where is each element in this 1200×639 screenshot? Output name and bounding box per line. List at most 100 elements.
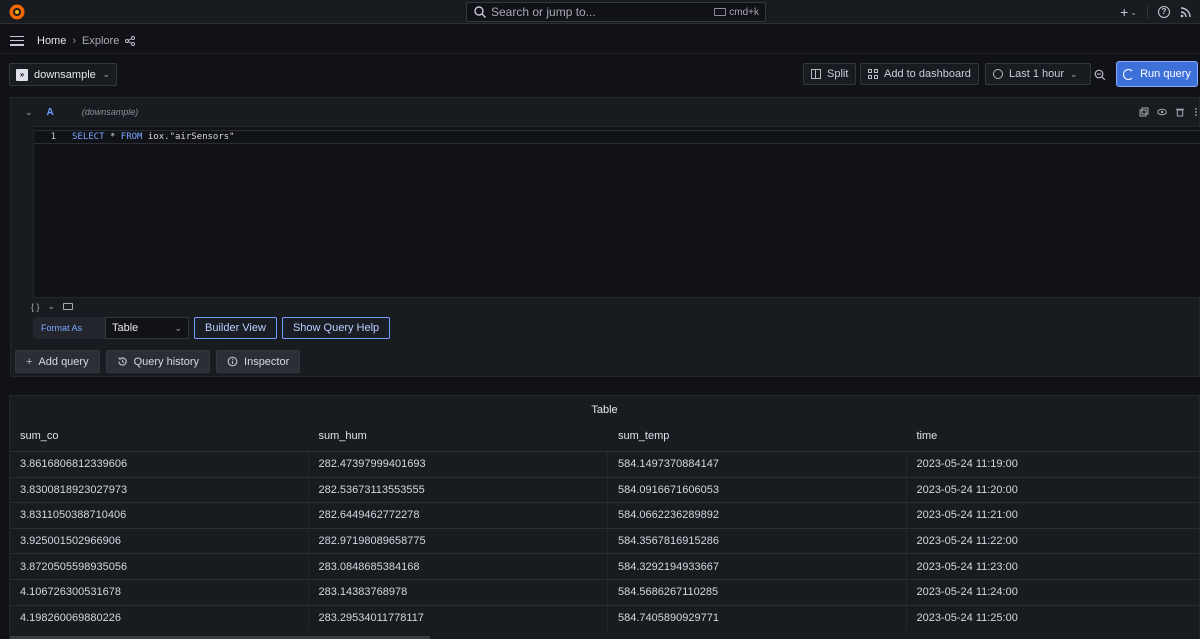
- cell-sum-co: 3.8720505598935056: [10, 554, 309, 579]
- datasource-label: downsample: [34, 68, 96, 81]
- inspector-button[interactable]: Inspector: [216, 350, 301, 373]
- table-row: 3.8311050388710406 282.6449462772278 584…: [10, 502, 1199, 528]
- help-icon[interactable]: ?: [1158, 6, 1170, 18]
- cell-sum-hum: 283.0848685384168: [309, 554, 608, 579]
- cell-sum-co: 3.8616806812339606: [10, 452, 309, 477]
- collapse-chevron-icon[interactable]: ⌄: [25, 107, 33, 118]
- cell-sum-temp: 584.0916671606053: [608, 477, 907, 503]
- query-history-button[interactable]: Query history: [105, 350, 211, 373]
- share-icon[interactable]: [125, 35, 136, 46]
- breadcrumb-home[interactable]: Home: [37, 35, 66, 47]
- rss-news-icon[interactable]: [1180, 6, 1192, 18]
- menu-icon[interactable]: [10, 35, 24, 46]
- breadcrumb-separator: ›: [72, 34, 77, 47]
- search-placeholder: Search or jump to...: [491, 5, 596, 19]
- cell-sum-temp: 584.3292194933667: [608, 554, 907, 579]
- zoom-out-icon[interactable]: [1094, 69, 1106, 81]
- table-row: 4.106726300531678 283.14383768978 584.56…: [10, 578, 1199, 605]
- table-row: 3.8300818923027973 282.53673113553555 58…: [10, 476, 1199, 503]
- breadcrumb-explore: Explore: [82, 34, 120, 47]
- query-row-actions: [1139, 107, 1199, 117]
- cell-time: 2023-05-24 11:21:00: [916, 509, 1018, 522]
- keyboard-shortcut: cmd+k: [714, 7, 759, 18]
- table-body: 3.8616806812339606 282.47397999401693 58…: [10, 451, 1199, 631]
- format-as-label: Format As: [33, 317, 105, 339]
- cell-sum-temp: 584.5686267110285: [608, 579, 907, 605]
- cell-sum-co: 3.8311050388710406: [10, 503, 309, 528]
- column-header-sum-co[interactable]: sum_co: [10, 430, 309, 450]
- clock-icon: [993, 69, 1003, 79]
- format-code-icon[interactable]: { }: [31, 302, 40, 312]
- refresh-icon: [1123, 68, 1135, 80]
- datasource-icon: »: [16, 68, 28, 81]
- column-header-sum-hum[interactable]: sum_hum: [309, 430, 609, 450]
- new-menu-button[interactable]: + ⌄: [1120, 4, 1137, 20]
- cell-sum-temp: 584.0662236289892: [608, 503, 907, 528]
- format-as-value: Table: [112, 322, 139, 334]
- duplicate-query-icon[interactable]: [1139, 107, 1149, 117]
- trash-icon[interactable]: [1175, 107, 1185, 117]
- more-options-icon[interactable]: [1193, 107, 1199, 117]
- run-query-label: Run query: [1140, 68, 1191, 80]
- time-range-label: Last 1 hour: [1009, 68, 1065, 80]
- cell-time: 2023-05-24 11:20:00: [916, 483, 1018, 496]
- cell-sum-hum: 282.97198089658775: [309, 528, 608, 554]
- shortcut-label: cmd+k: [729, 6, 759, 18]
- search-bar[interactable]: Search or jump to... cmd+k: [466, 2, 766, 22]
- code-line: 1 SELECT * FROM iox."airSensors": [34, 130, 1200, 144]
- add-query-button[interactable]: + Add query: [15, 350, 100, 373]
- add-to-dashboard-button[interactable]: Add to dashboard: [860, 63, 979, 85]
- table-row: 3.8720505598935056 283.0848685384168 584…: [10, 553, 1199, 579]
- chevron-down-icon: ⌄: [102, 69, 110, 79]
- cell-sum-co: 4.198260069880226: [10, 605, 309, 631]
- show-query-help-button[interactable]: Show Query Help: [281, 317, 391, 339]
- info-icon: [227, 356, 238, 367]
- format-as-select[interactable]: Table ⌄: [105, 317, 189, 339]
- table-row: 3.8616806812339606 282.47397999401693 58…: [10, 451, 1199, 477]
- chevron-down-icon[interactable]: ⌄: [48, 301, 56, 312]
- sql-code-editor[interactable]: 1 SELECT * FROM iox."airSensors": [33, 126, 1200, 298]
- cell-sum-co: 3.8300818923027973: [10, 477, 309, 503]
- cell-sum-hum: 283.29534011778117: [309, 605, 608, 631]
- keyboard-icon: [714, 8, 727, 16]
- split-button[interactable]: Split: [803, 63, 857, 85]
- grafana-logo-icon[interactable]: [8, 3, 26, 21]
- plus-icon: +: [26, 355, 33, 368]
- plus-icon: +: [1120, 4, 1129, 20]
- query-ref-id[interactable]: A: [47, 107, 54, 118]
- table-header: sum_co sum_hum sum_temp time: [10, 430, 1199, 450]
- query-history-label: Query history: [133, 355, 200, 368]
- sql-query-text: SELECT * FROM iox."airSensors": [72, 132, 235, 142]
- column-header-sum-temp[interactable]: sum_temp: [608, 430, 907, 450]
- cell-sum-hum: 282.47397999401693: [309, 452, 608, 477]
- cell-sum-hum: 282.53673113553555: [309, 477, 608, 503]
- builder-view-button[interactable]: Builder View: [194, 317, 277, 339]
- eye-icon[interactable]: [1157, 107, 1167, 117]
- column-header-time[interactable]: time: [907, 430, 1200, 450]
- divider: [1147, 5, 1148, 19]
- split-icon: [811, 69, 821, 79]
- cell-sum-hum: 283.14383768978: [309, 579, 608, 605]
- chevron-down-icon: ⌄: [174, 322, 182, 333]
- query-editor-row: ⌄ A (downsample) 1 SELECT * FROM iox."ai…: [10, 97, 1200, 377]
- keyboard-icon[interactable]: [63, 303, 74, 310]
- cell-sum-hum: 282.6449462772278: [309, 503, 608, 528]
- chevron-down-icon: ⌄: [1070, 68, 1078, 79]
- datasource-picker[interactable]: » downsample ⌄: [9, 63, 117, 86]
- cell-time: 2023-05-24 11:24:00: [916, 586, 1018, 599]
- line-number: 1: [50, 132, 56, 142]
- table-panel-title: Table: [591, 404, 618, 416]
- query-header: ⌄ A (downsample): [11, 98, 1199, 126]
- format-options: Format As Table ⌄ Builder View Show Quer…: [33, 317, 391, 339]
- cell-sum-co: 3.925001502966906: [10, 528, 309, 554]
- inspector-label: Inspector: [244, 355, 290, 368]
- chevron-down-icon: ⌄: [1130, 7, 1137, 17]
- cell-sum-temp: 584.3567816915286: [608, 528, 907, 554]
- add-query-label: Add query: [38, 355, 89, 368]
- time-range-picker[interactable]: Last 1 hour ⌄: [985, 63, 1091, 85]
- results-table-panel: Table sum_co sum_hum sum_temp time 3.861…: [9, 395, 1200, 639]
- top-bar: Search or jump to... cmd+k + ⌄ ?: [0, 0, 1200, 24]
- search-icon: [474, 6, 486, 18]
- query-actions: + Add query Query history Inspector: [15, 350, 301, 373]
- run-query-button[interactable]: Run query: [1116, 61, 1198, 87]
